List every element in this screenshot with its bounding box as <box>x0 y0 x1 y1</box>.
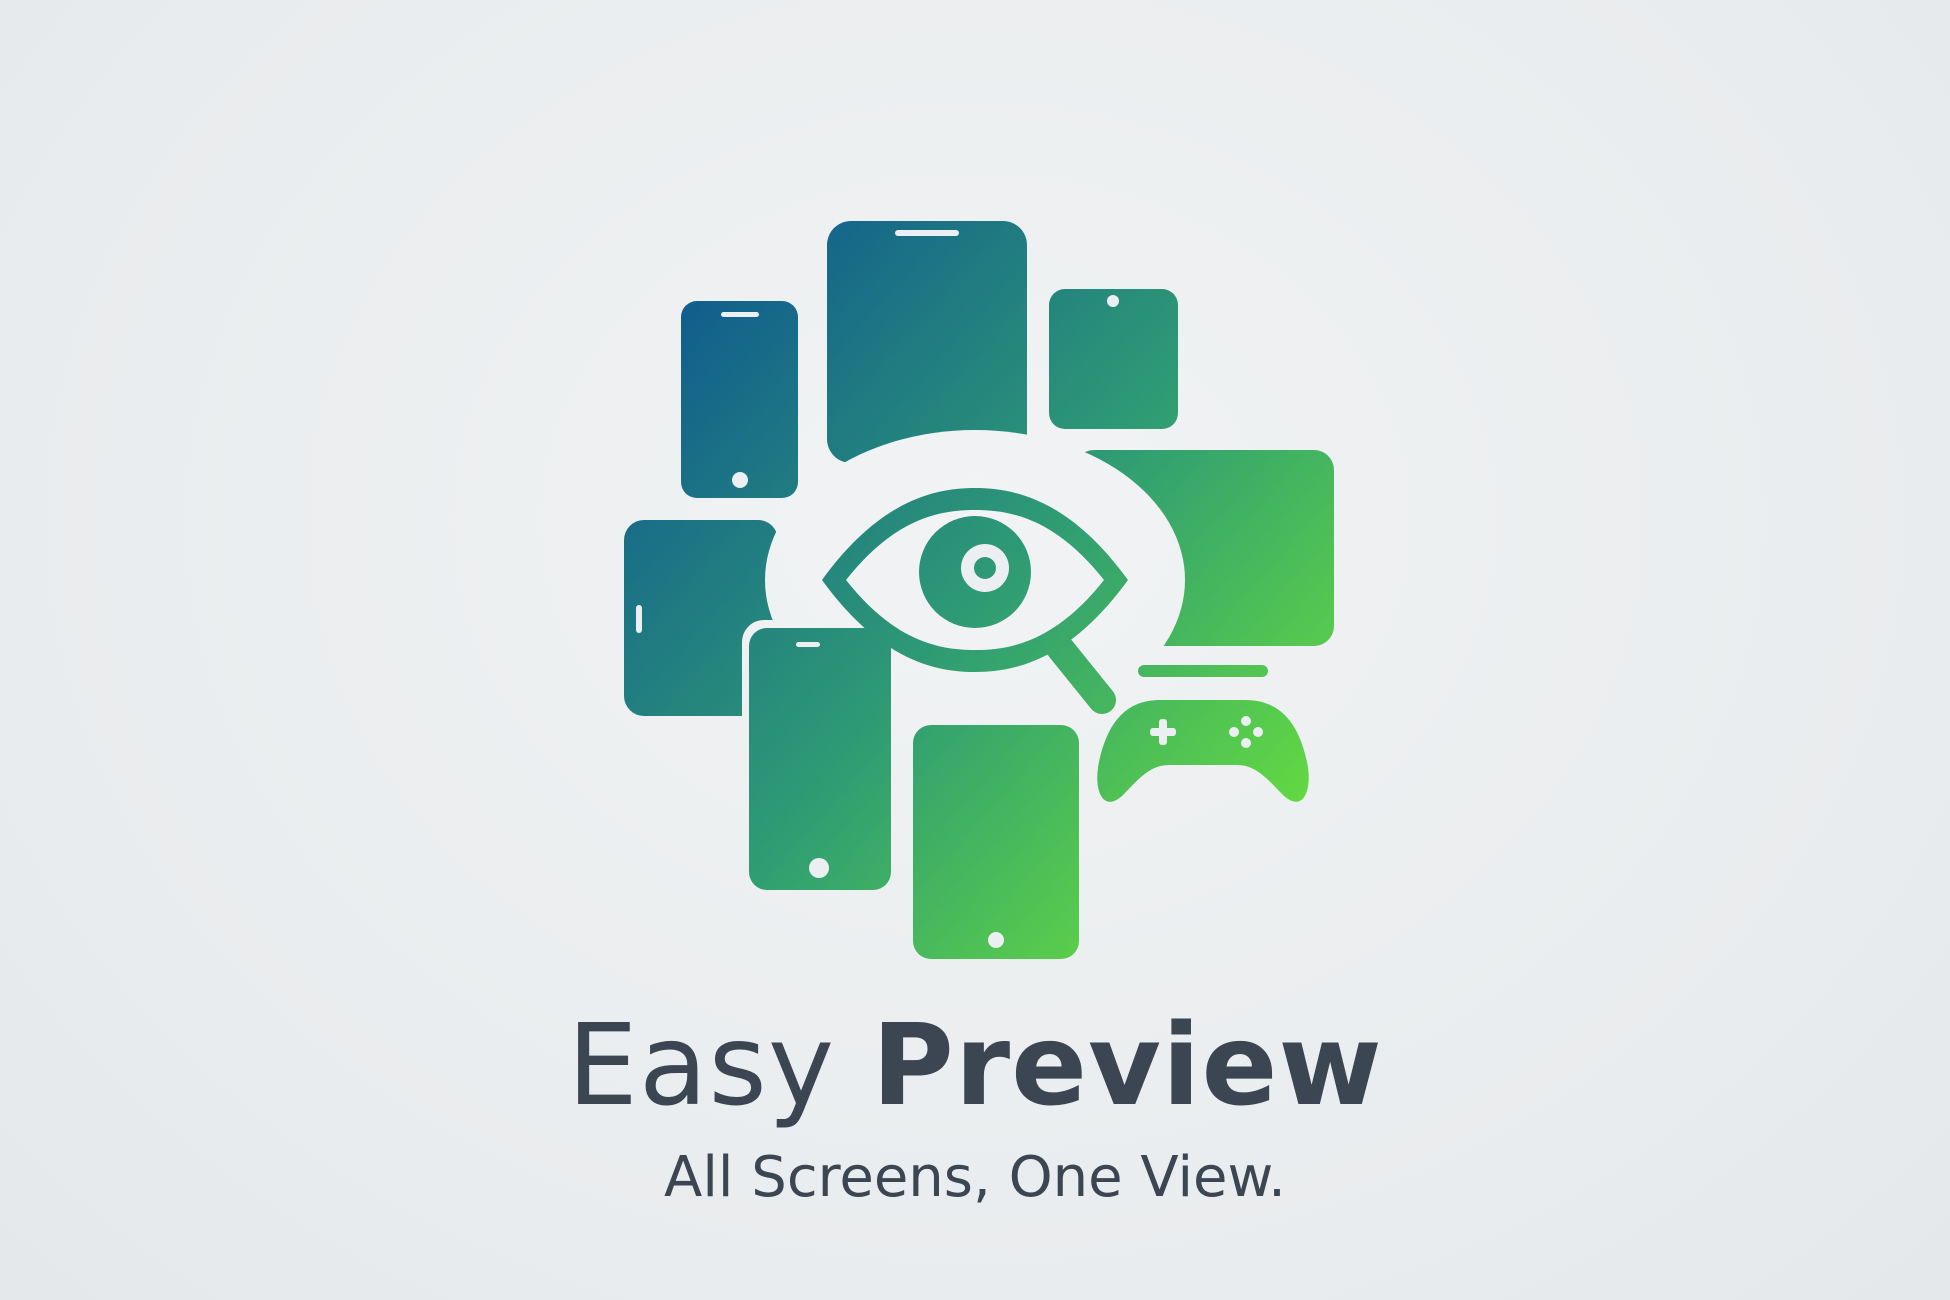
brand-name: Easy Preview <box>0 1010 1950 1122</box>
phone-icon <box>749 628 891 890</box>
phone-icon <box>681 301 798 498</box>
monitor-icon <box>1074 450 1334 646</box>
magnifier-icon <box>1046 634 1116 714</box>
brand-name-part1: Easy <box>567 1001 836 1131</box>
phone-icon <box>913 725 1079 959</box>
tablet-icon <box>1049 289 1178 429</box>
tablet-icon <box>827 221 1027 463</box>
logo-mark <box>624 221 1334 959</box>
brand-tagline: All Screens, One View. <box>664 1145 1286 1210</box>
brand-name-part2: Preview <box>871 1001 1383 1131</box>
gamepad-icon <box>1097 700 1309 802</box>
